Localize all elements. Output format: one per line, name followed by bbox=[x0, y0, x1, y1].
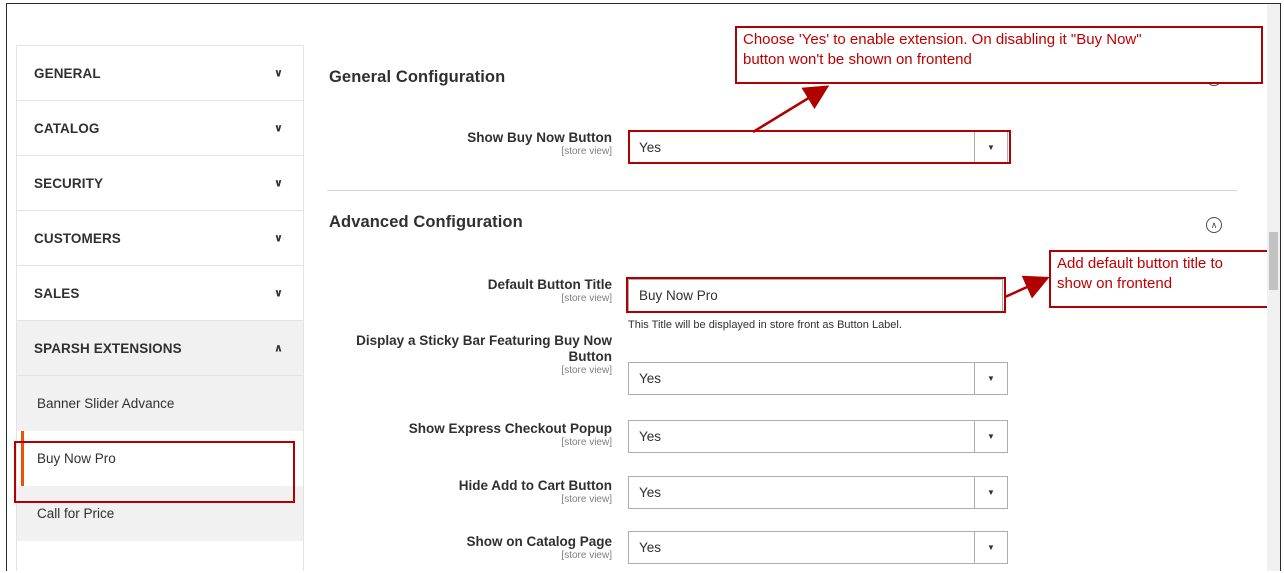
callout-text: Choose 'Yes' to enable extension. On dis… bbox=[743, 31, 1142, 48]
callout-text: button won't be shown on frontend bbox=[743, 51, 972, 68]
annotation-callout-enable: Choose 'Yes' to enable extension. On dis… bbox=[735, 26, 1263, 84]
page-scrollbar[interactable] bbox=[1267, 4, 1280, 571]
callout-text: Add default button title to bbox=[1057, 255, 1223, 272]
scrollbar-thumb[interactable] bbox=[1269, 232, 1278, 290]
arrow-line bbox=[1004, 275, 1050, 299]
annotation-callout-default-title: Add default button title to show on fron… bbox=[1049, 250, 1280, 308]
arrow-line bbox=[752, 85, 830, 134]
app-frame: GENERAL ∨ CATALOG ∨ SECURITY ∨ CUSTOMERS… bbox=[6, 3, 1281, 571]
callout-text: show on frontend bbox=[1057, 275, 1173, 292]
